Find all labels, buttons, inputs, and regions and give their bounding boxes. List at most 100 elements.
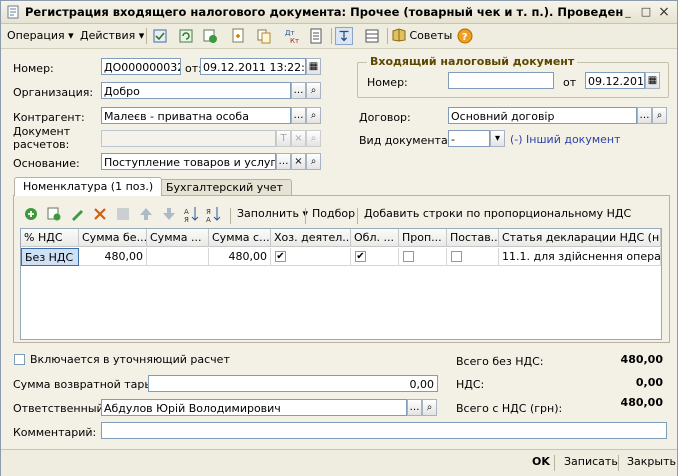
tips-button[interactable]: Советы bbox=[392, 27, 452, 45]
create-based-on-icon[interactable] bbox=[229, 27, 247, 45]
maximize-button[interactable]: □ bbox=[639, 5, 653, 19]
delete-icon[interactable] bbox=[91, 205, 109, 223]
svg-text:Дт: Дт bbox=[285, 29, 295, 37]
select-button[interactable]: Подбор bbox=[312, 205, 355, 223]
svg-text:Я: Я bbox=[184, 216, 189, 223]
refresh-icon[interactable] bbox=[177, 27, 195, 45]
tab-nomenclature[interactable]: Номенклатура (1 поз.) bbox=[14, 177, 163, 196]
contract-field[interactable]: Основний договір bbox=[448, 107, 637, 124]
select-ellipsis-icon[interactable]: … bbox=[291, 82, 306, 99]
obl-cell[interactable]: ✔ bbox=[351, 248, 399, 266]
search-icon[interactable]: ⌕ bbox=[306, 107, 321, 124]
doc-type-link[interactable]: (-) Інший документ bbox=[510, 133, 621, 146]
move-up-icon[interactable] bbox=[137, 205, 155, 223]
sum-vat-cell[interactable] bbox=[147, 248, 209, 266]
type-icon[interactable]: T bbox=[276, 130, 291, 147]
sum-without-vat-cell[interactable]: 480,00 bbox=[79, 248, 147, 266]
table-header[interactable]: Постав... bbox=[447, 229, 499, 247]
button-divider bbox=[618, 455, 619, 471]
filter-icon[interactable] bbox=[335, 27, 353, 45]
prop-checkbox[interactable] bbox=[403, 251, 414, 262]
close-window-button[interactable]: × bbox=[657, 5, 671, 19]
actions-menu-label: Действия bbox=[80, 29, 136, 42]
select-ellipsis-icon[interactable]: … bbox=[291, 107, 306, 124]
supply-checkbox[interactable] bbox=[451, 251, 462, 262]
econ-activity-checkbox[interactable]: ✔ bbox=[275, 251, 286, 262]
close-button[interactable]: Закрыть bbox=[627, 455, 676, 468]
svg-text:А: А bbox=[184, 208, 189, 216]
vat-cell[interactable]: Без НДС bbox=[21, 248, 79, 266]
select-ellipsis-icon[interactable]: … bbox=[276, 153, 291, 170]
copy-row-icon[interactable] bbox=[45, 205, 63, 223]
save-button[interactable]: Записать bbox=[564, 455, 618, 468]
table-header[interactable]: % НДС bbox=[21, 229, 79, 247]
article-cell[interactable]: 11.1. для здійснення опера... bbox=[499, 248, 661, 266]
post-document-icon[interactable] bbox=[151, 27, 169, 45]
sum-with-vat-cell[interactable]: 480,00 bbox=[209, 248, 271, 266]
table-header[interactable]: Проп... bbox=[399, 229, 447, 247]
select-ellipsis-icon[interactable]: … bbox=[637, 107, 652, 124]
obl-checkbox[interactable]: ✔ bbox=[355, 251, 366, 262]
refine-label: Включается в уточняющий расчет bbox=[30, 353, 230, 366]
table-header[interactable]: Статья декларации НДС (н... bbox=[499, 229, 661, 247]
copy-document-icon[interactable] bbox=[201, 27, 219, 45]
tips-label: Советы bbox=[409, 29, 453, 42]
fill-menu-label: Заполнить bbox=[237, 207, 299, 220]
search-icon[interactable]: ⌕ bbox=[652, 107, 667, 124]
tab-accounting[interactable]: Бухгалтерский учет bbox=[157, 179, 292, 196]
bottom-button-bar: OK Записать Закрыть bbox=[1, 449, 677, 476]
fill-menu[interactable]: Заполнить ▾ bbox=[237, 205, 308, 223]
clear-icon[interactable]: × bbox=[291, 130, 306, 147]
econ-activity-cell[interactable]: ✔ bbox=[271, 248, 351, 266]
save-row-icon[interactable] bbox=[114, 205, 132, 223]
dt-kt-icon[interactable]: ДтКт bbox=[283, 27, 301, 45]
comment-field[interactable] bbox=[101, 422, 667, 439]
total-without-vat-label: Всего без НДС: bbox=[456, 355, 544, 368]
sort-asc-icon[interactable]: АЯ bbox=[183, 205, 201, 223]
table-header[interactable]: Сумма с... bbox=[209, 229, 271, 247]
refine-checkbox[interactable] bbox=[14, 354, 25, 365]
search-icon[interactable]: ⌕ bbox=[422, 399, 437, 416]
operation-menu[interactable]: Операция ▾ bbox=[7, 27, 74, 45]
responsible-field[interactable]: Абдулов Юрій Володимирович bbox=[101, 399, 407, 416]
move-down-icon[interactable] bbox=[160, 205, 178, 223]
window-title: Регистрация входящего налогового докумен… bbox=[25, 5, 624, 19]
date-field[interactable]: 09.12.2011 13:22:23 bbox=[200, 58, 306, 75]
print-icon[interactable] bbox=[307, 27, 325, 45]
search-icon[interactable]: ⌕ bbox=[306, 82, 321, 99]
sort-desc-icon[interactable]: ЯА bbox=[205, 205, 223, 223]
select-ellipsis-icon[interactable]: … bbox=[407, 399, 422, 416]
minimize-button[interactable]: _ bbox=[621, 5, 635, 19]
edit-icon[interactable] bbox=[68, 205, 86, 223]
search-icon[interactable]: ⌕ bbox=[306, 153, 321, 170]
return-tare-field[interactable]: 0,00 bbox=[148, 375, 438, 392]
supply-cell[interactable] bbox=[447, 248, 499, 266]
settlement-doc-field[interactable] bbox=[101, 130, 276, 147]
incoming-date-field[interactable]: 09.12.2011 bbox=[585, 72, 645, 89]
add-row-icon[interactable] bbox=[22, 205, 40, 223]
organization-field[interactable]: Добро bbox=[101, 82, 291, 99]
calendar-icon[interactable]: ▦ bbox=[306, 58, 321, 75]
doc-type-label: Вид документа: bbox=[359, 134, 452, 147]
search-icon[interactable]: ⌕ bbox=[306, 130, 321, 147]
basis-field[interactable]: Поступление товаров и услуг ДО bbox=[101, 153, 276, 170]
nomenclature-table: % НДС Сумма бе... Сумма ... Сумма с... Х… bbox=[20, 228, 662, 340]
ok-button[interactable]: OK bbox=[532, 455, 550, 468]
calendar-icon[interactable]: ▦ bbox=[645, 72, 660, 89]
doc-type-select[interactable]: - bbox=[448, 130, 490, 147]
list-view-icon[interactable] bbox=[363, 27, 381, 45]
table-header[interactable]: Хоз. деятел... bbox=[271, 229, 351, 247]
chevron-down-icon[interactable]: ▾ bbox=[490, 130, 505, 147]
table-header[interactable]: Сумма бе... bbox=[79, 229, 147, 247]
table-header[interactable]: Обл. ... bbox=[351, 229, 399, 247]
add-proportional-vat-rows-button[interactable]: Добавить строки по пропорциональному НДС bbox=[364, 205, 631, 223]
actions-menu[interactable]: Действия ▾ bbox=[80, 27, 144, 45]
help-icon[interactable]: ? bbox=[456, 27, 474, 45]
clear-icon[interactable]: × bbox=[291, 153, 306, 170]
table-header[interactable]: Сумма ... bbox=[147, 229, 209, 247]
prop-cell[interactable] bbox=[399, 248, 447, 266]
contractor-field[interactable]: Малеєв - приватна особа bbox=[101, 107, 291, 124]
structure-icon[interactable] bbox=[255, 27, 273, 45]
number-field[interactable]: ДО000000032 bbox=[101, 58, 181, 75]
incoming-number-field[interactable] bbox=[448, 72, 554, 89]
